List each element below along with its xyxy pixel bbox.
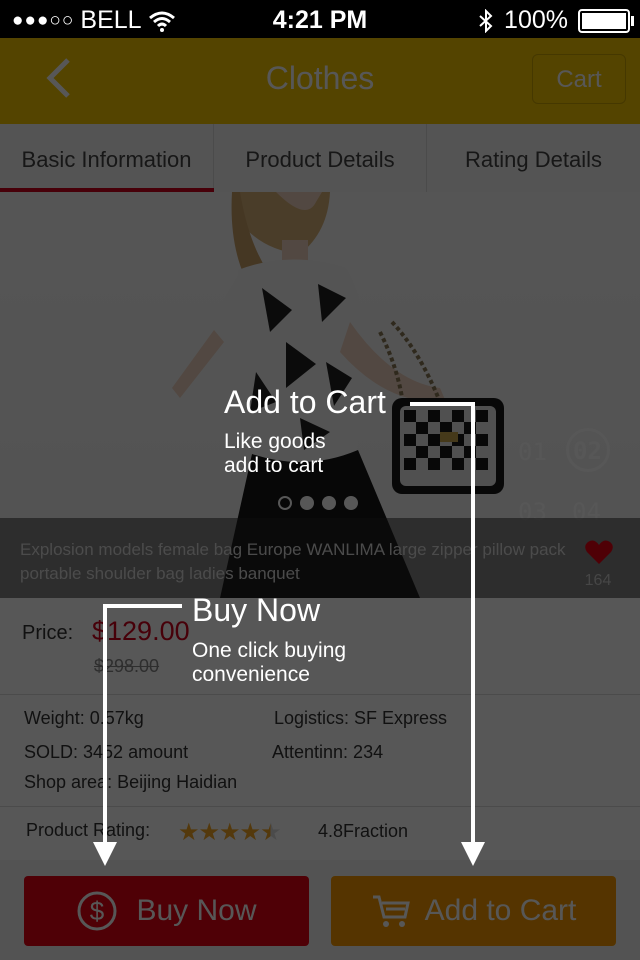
status-right: 100%: [478, 6, 634, 35]
tab-basic-information[interactable]: Basic Information: [0, 124, 214, 192]
weight-info: Weight: 0.57kg: [24, 708, 144, 728]
product-description: Explosion models female bag Europe WANLI…: [20, 540, 566, 583]
buy-tip-title: Buy Now: [192, 592, 321, 628]
add-to-cart-button[interactable]: Add to Cart: [331, 876, 616, 946]
half-star-icon: ★: [260, 819, 281, 846]
pager-dot[interactable]: [322, 496, 336, 510]
shopping-cart-icon: [372, 895, 410, 927]
current-price: $129.00: [92, 616, 190, 646]
divider: [0, 806, 640, 807]
tab-bar: Basic Information Product Details Rating…: [0, 124, 640, 193]
buy-now-label: Buy Now: [136, 894, 257, 927]
slide-number-1[interactable]: 01: [518, 438, 547, 466]
image-pager[interactable]: [278, 496, 358, 510]
status-bar: ●●●○○ BELL 4:21 PM 100%: [0, 0, 640, 38]
battery-fill: [582, 12, 626, 29]
pager-dot[interactable]: [300, 496, 314, 510]
price-label: Price:: [22, 622, 74, 644]
cart-tip-title: Add to Cart: [224, 384, 386, 420]
cart-tip-text: Like goods add to cart: [224, 430, 326, 477]
logistics-info: Logistics: SF Express: [274, 708, 448, 728]
buy-now-button[interactable]: $ Buy Now: [24, 876, 309, 946]
dollar-icon: $: [77, 891, 117, 931]
star-icon: ★: [178, 819, 199, 846]
nav-bar: Clothes Cart: [0, 38, 640, 124]
star-icon: ★: [198, 819, 220, 846]
battery-icon: [578, 8, 634, 33]
add-to-cart-label: Add to Cart: [424, 894, 577, 927]
buy-tip-text: One click buying convenience: [192, 639, 347, 686]
star-icon: ★: [219, 819, 240, 846]
attention-info: Attentinn: 234: [272, 742, 384, 762]
bluetooth-icon: [479, 8, 493, 33]
tab-product-details[interactable]: Product Details: [214, 124, 427, 192]
rating-stars: ★★★★★: [178, 818, 282, 847]
cart-button[interactable]: Cart: [532, 54, 626, 104]
heart-icon[interactable]: [584, 538, 614, 566]
tab-rating-details[interactable]: Rating Details: [427, 124, 640, 192]
star-icon: ★: [239, 819, 261, 846]
slide-number-2[interactable]: 02: [573, 437, 602, 465]
divider: [0, 694, 640, 695]
shop-area-info: Shop area: Beijing Haidian: [24, 772, 238, 792]
rating-label: Product Rating:: [26, 820, 151, 840]
pager-dot[interactable]: [278, 496, 292, 510]
battery-percent: 100%: [504, 6, 568, 34]
like-count: 164: [584, 572, 612, 589]
pager-dot[interactable]: [344, 496, 358, 510]
rating-value: 4.8Fraction: [318, 821, 409, 841]
sold-info: SOLD: 3452 amount: [24, 742, 189, 762]
svg-text:$: $: [90, 896, 105, 926]
original-price: $298.00: [94, 656, 160, 676]
